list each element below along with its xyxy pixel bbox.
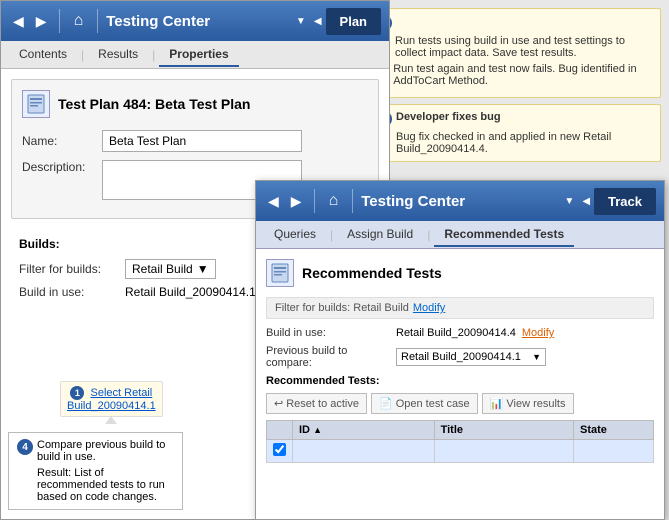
right-annotations: 2 → Run tests using build in use and tes… bbox=[359, 0, 669, 176]
annotation-3-body: Bug fix checked in and applied in new Re… bbox=[396, 131, 611, 155]
back-button[interactable]: ◀ bbox=[9, 11, 28, 32]
open-test-case-button[interactable]: 📄 Open test case bbox=[371, 393, 478, 414]
callout-1-container: 1 Select Retail Build_20090414.1 bbox=[60, 381, 163, 425]
build-in-use-value-right: Retail Build_20090414.4 bbox=[396, 327, 516, 339]
panel-content: Recommended Tests Filter for builds: Ret… bbox=[256, 249, 664, 473]
filter-bar-label: Filter for builds: Retail Build bbox=[275, 302, 409, 314]
filter-dropdown-arrow: ▼ bbox=[197, 262, 209, 276]
right-divider2 bbox=[352, 189, 353, 213]
sort-arrow: ▲ bbox=[313, 425, 322, 435]
tab-contents[interactable]: Contents bbox=[9, 43, 77, 67]
col-id[interactable]: ID ▲ bbox=[293, 421, 435, 440]
name-label: Name: bbox=[22, 134, 102, 148]
prev-build-row: Previous build to compare: Retail Build_… bbox=[266, 345, 654, 369]
toolbar-row: ↩ Reset to active 📄 Open test case 📊 Vie… bbox=[266, 393, 654, 414]
view-results-button[interactable]: 📊 View results bbox=[482, 393, 574, 414]
rec-title: Recommended Tests bbox=[302, 265, 442, 281]
col-checkbox bbox=[267, 421, 293, 440]
build-in-use-label: Build in use: bbox=[19, 285, 119, 299]
test-plan-header: Test Plan 484: Beta Test Plan bbox=[22, 90, 368, 118]
divider2 bbox=[97, 9, 98, 33]
row-title bbox=[434, 440, 573, 463]
col-state: State bbox=[574, 421, 654, 440]
name-row: Name: bbox=[22, 130, 368, 152]
filter-dropdown[interactable]: Retail Build ▼ bbox=[125, 259, 216, 279]
right-home-button[interactable]: ⌂ bbox=[323, 190, 345, 212]
prev-build-dropdown-arrow: ▼ bbox=[532, 352, 541, 362]
callout-arrow bbox=[105, 416, 117, 424]
tab-recommended-tests[interactable]: Recommended Tests bbox=[434, 223, 574, 247]
right-header-arrow[interactable]: ◀ bbox=[582, 196, 590, 207]
reset-active-button[interactable]: ↩ Reset to active bbox=[266, 393, 367, 414]
right-header-dropdown[interactable]: ▼ bbox=[564, 196, 574, 207]
callout-1-num: 1 bbox=[70, 386, 84, 400]
annotation-3: 3 Developer fixes bug Bug fix checked in… bbox=[367, 104, 661, 162]
annotation-2-line4: Run test again and test now fails. Bug i… bbox=[393, 63, 652, 87]
view-icon: 📊 bbox=[490, 397, 504, 410]
plan-icon bbox=[22, 90, 50, 118]
header-small-arrow[interactable]: ◀ bbox=[314, 16, 322, 27]
open-icon: 📄 bbox=[379, 397, 393, 410]
tab-assign-build[interactable]: Assign Build bbox=[337, 223, 423, 247]
callout-4: 4 Compare previous build to build in use… bbox=[8, 432, 183, 510]
build-in-use-modify[interactable]: Modify bbox=[522, 327, 554, 339]
build-in-use-label-right: Build in use: bbox=[266, 327, 396, 339]
reset-label: Reset to active bbox=[286, 398, 359, 410]
left-tabs-bar: Contents | Results | Properties bbox=[1, 41, 389, 69]
filter-modify-link[interactable]: Modify bbox=[413, 302, 445, 314]
home-button[interactable]: ⌂ bbox=[68, 10, 90, 32]
plan-title: Test Plan 484: Beta Test Plan bbox=[58, 96, 250, 112]
left-header-bar: ◀ ▶ ⌂ Testing Center ▼ ◀ Plan bbox=[1, 1, 389, 41]
open-label: Open test case bbox=[396, 398, 470, 410]
row-state bbox=[574, 440, 654, 463]
right-back-button[interactable]: ◀ bbox=[264, 191, 283, 212]
right-header-bar: ◀ ▶ ⌂ Testing Center ▼ ◀ Track bbox=[256, 181, 664, 221]
filter-label: Filter for builds: bbox=[19, 262, 119, 276]
callout-4-num: 4 bbox=[17, 439, 33, 455]
row-id bbox=[293, 440, 435, 463]
results-table: ID ▲ Title State bbox=[266, 420, 654, 463]
select-link[interactable]: Select Retail bbox=[91, 387, 153, 399]
app-title: Testing Center bbox=[106, 13, 292, 30]
prev-build-value: Retail Build_20090414.1 bbox=[401, 351, 530, 363]
right-panel: ◀ ▶ ⌂ Testing Center ▼ ◀ Track Queries |… bbox=[255, 180, 665, 520]
header-dropdown-arrow[interactable]: ▼ bbox=[296, 16, 306, 27]
track-button[interactable]: Track bbox=[594, 188, 656, 215]
callout-4-line1: Compare previous build to build in use. bbox=[37, 439, 174, 463]
tab-results[interactable]: Results bbox=[88, 43, 148, 67]
rec-icon bbox=[266, 259, 294, 287]
callout-1: 1 Select Retail Build_20090414.1 bbox=[60, 381, 163, 417]
filter-bar: Filter for builds: Retail Build Modify bbox=[266, 297, 654, 319]
filter-value: Retail Build bbox=[132, 262, 193, 276]
right-divider bbox=[314, 189, 315, 213]
callout-4-line3: Result: List of recommended tests to run… bbox=[37, 467, 165, 503]
reset-icon: ↩ bbox=[274, 397, 283, 410]
name-input[interactable] bbox=[102, 130, 302, 152]
right-app-title: Testing Center bbox=[361, 193, 560, 210]
right-tabs-bar: Queries | Assign Build | Recommended Tes… bbox=[256, 221, 664, 249]
callout-1-line2: Build_20090414.1 bbox=[67, 400, 156, 412]
annotation-3-title: Developer fixes bug bbox=[396, 111, 501, 123]
desc-label: Description: bbox=[22, 160, 102, 174]
rec-tests-label: Recommended Tests: bbox=[266, 375, 654, 387]
view-label: View results bbox=[506, 398, 565, 410]
build-in-use-row-right: Build in use: Retail Build_20090414.4 Mo… bbox=[266, 327, 654, 339]
tab-properties[interactable]: Properties bbox=[159, 43, 238, 67]
recommended-header: Recommended Tests bbox=[266, 259, 654, 287]
right-forward-button[interactable]: ▶ bbox=[287, 191, 306, 212]
tab-queries[interactable]: Queries bbox=[264, 223, 326, 247]
table-row[interactable] bbox=[267, 440, 654, 463]
prev-build-dropdown[interactable]: Retail Build_20090414.1 ▼ bbox=[396, 348, 546, 366]
row-checkbox[interactable] bbox=[267, 440, 293, 463]
build-in-use-value: Retail Build_20090414.1 bbox=[125, 285, 256, 299]
checkbox-input[interactable] bbox=[273, 443, 286, 456]
plan-button[interactable]: Plan bbox=[326, 8, 381, 35]
col-title: Title bbox=[434, 421, 573, 440]
annotation-2: 2 → Run tests using build in use and tes… bbox=[367, 8, 661, 98]
divider bbox=[59, 9, 60, 33]
prev-build-label: Previous build to compare: bbox=[266, 345, 396, 369]
forward-button[interactable]: ▶ bbox=[32, 11, 51, 32]
annotation-2-line1: Run tests using build in use and test se… bbox=[395, 35, 652, 59]
